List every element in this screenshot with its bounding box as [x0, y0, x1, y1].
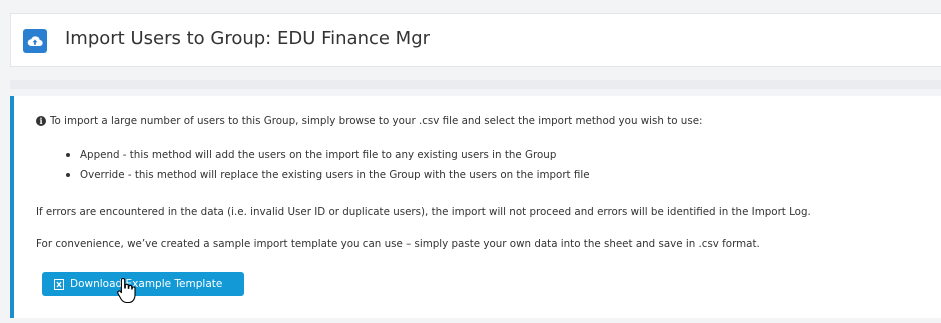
bullet-override: Override - this method will replace the … [80, 169, 590, 181]
import-info-panel: i To import a large number of users to t… [10, 96, 941, 318]
template-note: For convenience, we’ve created a sample … [36, 238, 760, 250]
download-template-button[interactable]: Download Example Template [42, 272, 244, 296]
errors-note: If errors are encountered in the data (i… [36, 206, 811, 218]
page-header: Import Users to Group: EDU Finance Mgr [10, 13, 941, 67]
hand-cursor-icon [117, 277, 136, 304]
list-item: Append - this method will add the users … [66, 148, 590, 168]
download-button-label: Download Example Template [70, 278, 223, 290]
intro-text: To import a large number of users to thi… [50, 115, 703, 127]
divider [10, 80, 941, 89]
bullet-append: Append - this method will add the users … [80, 149, 557, 161]
cloud-upload-icon [23, 29, 47, 53]
intro-line: i To import a large number of users to t… [36, 115, 703, 127]
page-title: Import Users to Group: EDU Finance Mgr [65, 28, 431, 49]
bullet-dot [66, 173, 70, 177]
file-excel-icon [54, 278, 64, 290]
list-item: Override - this method will replace the … [66, 168, 590, 188]
bullet-dot [66, 153, 70, 157]
import-method-list: Append - this method will add the users … [66, 148, 590, 188]
info-circle-icon: i [36, 116, 46, 126]
